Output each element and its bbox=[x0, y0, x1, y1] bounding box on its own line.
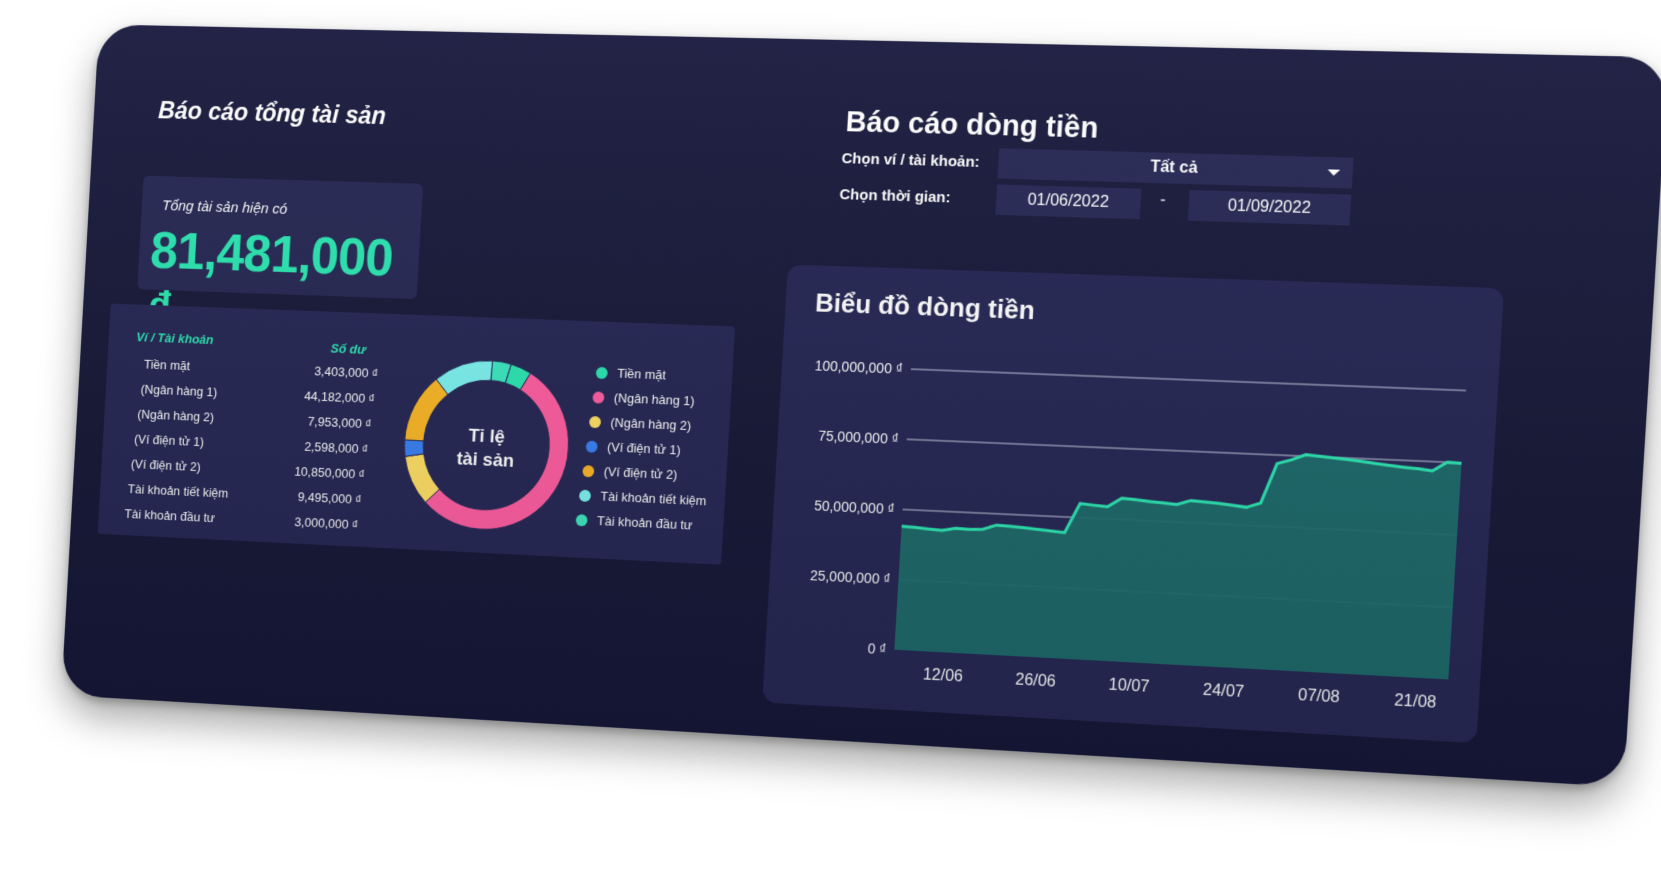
asset-row-balance: 7,953,000 ₫ bbox=[268, 412, 372, 431]
asset-row-name: (Ví điện tử 1) bbox=[134, 432, 205, 450]
y-tick-label: 0 ₫ bbox=[867, 640, 887, 657]
y-tick-label: 100,000,000 ₫ bbox=[814, 357, 903, 376]
legend-dot-icon bbox=[586, 441, 598, 453]
total-assets-card: Tổng tài sản hiện có 81,481,000 ₫ bbox=[137, 176, 423, 299]
legend-dot-icon bbox=[582, 465, 594, 477]
y-tick-label: 50,000,000 ₫ bbox=[814, 497, 895, 517]
legend-dot-icon bbox=[576, 514, 588, 526]
x-tick-label: 07/08 bbox=[1298, 687, 1341, 707]
date-from-field[interactable]: 01/06/2022 bbox=[995, 185, 1141, 220]
x-tick-label: 26/06 bbox=[1015, 671, 1057, 690]
column-header-account: Ví / Tài khoản bbox=[136, 330, 214, 347]
column-header-balance: Số dư bbox=[330, 341, 366, 357]
legend-dot-icon bbox=[596, 367, 608, 379]
legend-dot-icon bbox=[579, 490, 591, 502]
legend-label: (Ví điện tử 2) bbox=[603, 464, 677, 482]
cashflow-area bbox=[894, 438, 1461, 680]
legend-label: (Ví điện tử 1) bbox=[607, 439, 681, 457]
dashboard-board: Báo cáo tổng tài sản Tổng tài sản hiện c… bbox=[61, 24, 1661, 787]
asset-row-name: (Ngân hàng 1) bbox=[140, 382, 217, 400]
donut-legend: Tiền mặt (Ngân hàng 1) (Ngân hàng 2) (Ví đi… bbox=[586, 365, 714, 543]
date-to-field[interactable]: 01/09/2022 bbox=[1188, 190, 1352, 225]
asset-row-balance: 10,850,000 ₫ bbox=[262, 462, 366, 481]
asset-row-name: Tài khoản tiết kiệm bbox=[127, 481, 228, 500]
asset-rows: Tiền mặt 3,403,000 ₫ (Ngân hàng 1) 44,182,0… bbox=[111, 304, 735, 327]
wallet-filter-label: Chọn ví / tài khoản: bbox=[841, 150, 980, 171]
legend-dot-icon bbox=[589, 416, 601, 428]
x-tick-label: 21/08 bbox=[1394, 692, 1437, 712]
asset-row-name: Tiền mặt bbox=[144, 357, 191, 373]
asset-row-balance: 44,182,000 ₫ bbox=[271, 387, 375, 406]
asset-donut-chart: Tỉ lệ tài sản bbox=[396, 354, 578, 538]
grid-line bbox=[911, 369, 1466, 390]
grid-line bbox=[907, 439, 1462, 463]
legend-label: (Ngân hàng 1) bbox=[613, 390, 695, 408]
total-assets-label: Tổng tài sản hiện có bbox=[162, 197, 288, 217]
asset-row-balance: 9,495,000 ₫ bbox=[258, 487, 362, 506]
asset-row-balance: 2,598,000 ₫ bbox=[265, 437, 369, 456]
x-tick-label: 10/07 bbox=[1108, 676, 1150, 696]
wallet-select[interactable]: Tất cả bbox=[998, 148, 1354, 188]
scene: Báo cáo tổng tài sản Tổng tài sản hiện c… bbox=[0, 0, 1661, 869]
legend-label: Tài khoản đầu tư bbox=[597, 513, 693, 532]
y-tick-label: 25,000,000 ₫ bbox=[810, 567, 891, 587]
cashflow-chart-panel: Biểu đồ dòng tiền 0 ₫ 25,000,000 ₫ 50,000,… bbox=[762, 264, 1504, 743]
cashflow-area-chart: 0 ₫ 25,000,000 ₫ 50,000,000 ₫ 75,000,000 ₫ 1… bbox=[762, 264, 1504, 743]
x-tick-label: 12/06 bbox=[922, 666, 963, 685]
legend-item: Tài khoản đầu tư bbox=[575, 512, 705, 543]
date-separator: - bbox=[1160, 191, 1167, 209]
asset-table-panel: Ví / Tài khoản Số dư Tiền mặt 3,403,000 ₫… bbox=[98, 304, 735, 565]
asset-row-name: (Ví điện tử 2) bbox=[131, 456, 202, 474]
legend-dot-icon bbox=[592, 391, 604, 403]
time-filter-label: Chọn thời gian: bbox=[839, 186, 951, 206]
asset-row-name: (Ngân hàng 2) bbox=[137, 407, 214, 425]
asset-row-name: Tài khoản đầu tư bbox=[124, 506, 215, 525]
donut-center-label: Tỉ lệ tài sản bbox=[399, 422, 573, 477]
asset-report-title: Báo cáo tổng tài sản bbox=[158, 97, 387, 131]
asset-row-balance: 3,403,000 ₫ bbox=[275, 362, 379, 381]
wallet-select-value: Tất cả bbox=[1150, 158, 1199, 177]
legend-label: (Ngân hàng 2) bbox=[610, 415, 692, 433]
legend-label: Tiền mặt bbox=[617, 366, 666, 383]
asset-row-balance: 3,000,000 ₫ bbox=[255, 513, 359, 533]
y-tick-label: 75,000,000 ₫ bbox=[818, 428, 899, 447]
chevron-down-icon[interactable] bbox=[1327, 169, 1340, 176]
x-tick-label: 24/07 bbox=[1202, 682, 1244, 702]
cashflow-report-title: Báo cáo dòng tiền bbox=[845, 106, 1099, 146]
